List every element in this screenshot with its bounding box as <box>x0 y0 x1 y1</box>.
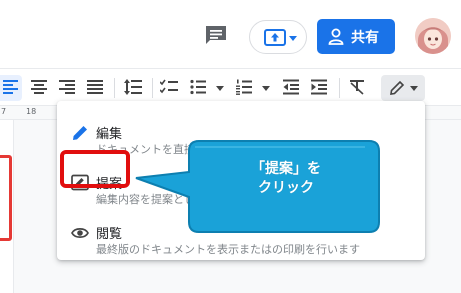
chevron-down-icon <box>410 86 418 91</box>
chevron-down-icon[interactable] <box>262 86 270 91</box>
highlight-box-left <box>0 155 12 241</box>
chevron-down-icon[interactable] <box>216 86 224 91</box>
ruler-mark: 7 <box>1 107 7 116</box>
menu-item-title: 閲覧 <box>96 227 123 242</box>
menu-item-view[interactable]: 閲覧 最終版のドキュメントを表示またはの印刷を行います <box>57 209 425 259</box>
line-spacing-icon[interactable] <box>124 79 142 95</box>
share-button[interactable]: 共有 <box>317 19 395 54</box>
eye-icon <box>71 228 89 238</box>
toolbar-divider <box>339 78 340 98</box>
ruler-mark: 18 <box>26 107 37 116</box>
align-center-icon[interactable] <box>31 79 47 95</box>
editing-mode-button[interactable] <box>381 75 425 101</box>
top-bar: 共有 <box>0 0 461 68</box>
callout-text: 「提案」を クリック <box>196 160 376 198</box>
align-left-icon[interactable] <box>3 79 19 95</box>
callout-line-2: クリック <box>258 180 314 196</box>
numbered-list-icon[interactable] <box>236 79 252 95</box>
avatar-face <box>415 18 451 54</box>
present-button[interactable] <box>249 20 307 54</box>
present-icon <box>264 29 286 46</box>
pencil-icon <box>73 126 87 140</box>
justify-icon[interactable] <box>87 79 103 95</box>
increase-indent-icon[interactable] <box>311 79 327 95</box>
align-right-icon[interactable] <box>59 79 75 95</box>
person-icon <box>328 28 344 45</box>
highlight-box-suggest <box>60 150 130 188</box>
callout-line-1: 「提案」を <box>251 161 321 177</box>
menu-item-title: 編集 <box>96 127 123 142</box>
decrease-indent-icon[interactable] <box>283 79 299 95</box>
chevron-down-icon <box>289 36 297 41</box>
menu-item-description: 最終版のドキュメントを表示またはの印刷を行います <box>96 243 360 256</box>
comment-icon[interactable] <box>205 25 227 45</box>
bulleted-list-icon[interactable] <box>190 79 206 95</box>
share-label: 共有 <box>351 30 379 46</box>
pencil-icon <box>390 80 405 95</box>
toolbar-divider <box>152 78 153 98</box>
toolbar-divider <box>114 78 115 98</box>
checklist-icon[interactable] <box>160 79 178 95</box>
clear-format-icon[interactable] <box>349 79 365 95</box>
avatar[interactable] <box>415 18 451 54</box>
